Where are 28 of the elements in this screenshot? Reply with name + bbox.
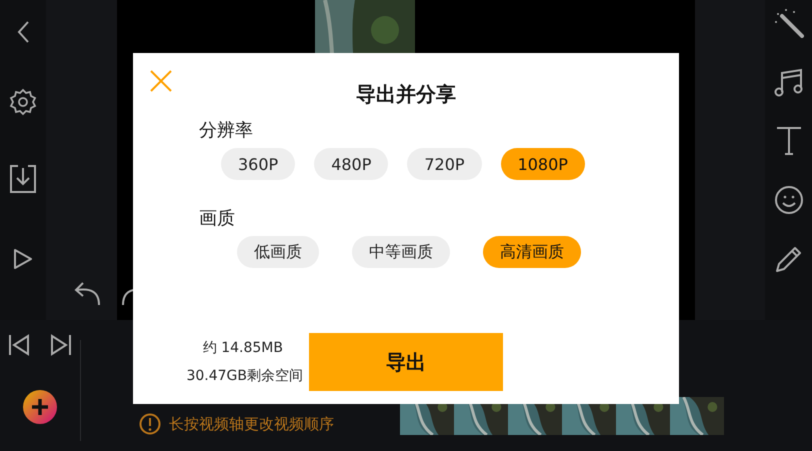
skip-start-icon[interactable] — [8, 334, 30, 356]
download-icon[interactable] — [9, 164, 37, 194]
option-button[interactable]: 1080P — [500, 148, 585, 180]
back-icon[interactable] — [16, 20, 30, 44]
export-button[interactable]: 导出 — [309, 333, 503, 391]
warning-icon — [139, 413, 161, 435]
hint-text: 长按视频轴更改视频顺序 — [169, 414, 334, 434]
settings-icon[interactable] — [9, 88, 37, 116]
section-label: 分辨率 — [199, 119, 254, 142]
pencil-icon[interactable] — [774, 244, 804, 274]
option-button[interactable]: 360P — [221, 148, 296, 180]
option-button[interactable]: 中等画质 — [352, 236, 450, 268]
option-button[interactable]: 480P — [314, 148, 388, 180]
add-icon[interactable] — [23, 390, 57, 424]
dialog-title: 导出并分享 — [355, 81, 457, 108]
size-estimate: 约 14.85MB — [202, 339, 283, 357]
text-icon[interactable] — [774, 126, 802, 156]
option-button[interactable]: 高清画质 — [483, 236, 581, 268]
music-note-icon[interactable] — [774, 67, 804, 97]
option-button[interactable]: 低画质 — [237, 236, 319, 268]
smiley-icon[interactable] — [774, 185, 804, 215]
undo-icon[interactable] — [73, 280, 101, 306]
section-label: 画质 — [199, 207, 236, 230]
option-button[interactable]: 720P — [407, 148, 482, 180]
magic-wand-icon[interactable] — [774, 8, 804, 38]
play-icon[interactable] — [13, 248, 33, 270]
skip-end-icon[interactable] — [50, 334, 72, 356]
free-space: 30.47GB剩余空间 — [186, 367, 303, 385]
